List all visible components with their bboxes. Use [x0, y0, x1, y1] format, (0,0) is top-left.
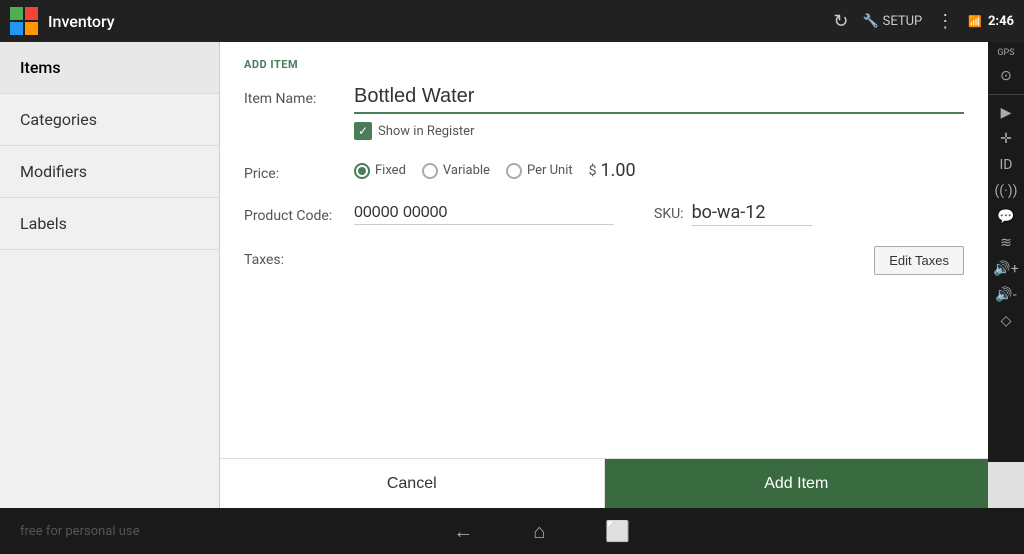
dollar-sign: $: [589, 163, 597, 179]
price-value: 1.00: [601, 160, 636, 181]
back-icon[interactable]: ←: [453, 519, 473, 544]
categories-label: Categories: [20, 110, 97, 129]
volume-down-icon[interactable]: 🔊-: [995, 287, 1016, 303]
chat-icon[interactable]: 💬: [997, 209, 1014, 225]
app-title: Inventory: [48, 12, 833, 31]
app-logo: [10, 7, 38, 35]
home-icon[interactable]: ⌂: [533, 519, 545, 544]
video-icon[interactable]: ▶: [1001, 105, 1012, 121]
show-in-register-label: Show in Register: [378, 124, 474, 139]
show-in-register-checkbox[interactable]: ✓: [354, 122, 372, 140]
wifi-panel-icon[interactable]: ((·)): [995, 183, 1018, 199]
product-code-label: Product Code:: [244, 202, 354, 224]
product-code-control: SKU: bo-wa-12: [354, 202, 964, 226]
variable-radio-circle: [422, 163, 438, 179]
content-area: ADD ITEM Item Name: ✓ Show in Register P…: [220, 42, 988, 508]
edit-taxes-button[interactable]: Edit Taxes: [874, 246, 964, 275]
price-options: Fixed Variable Per Unit $ 1.00: [354, 160, 964, 181]
wrench-icon: 🔧: [862, 14, 878, 29]
right-panel: GPS ⊙ ▶ ✛ ID ((·)) 💬 ≋ 🔊+ 🔊- ◇: [988, 42, 1024, 462]
setup-label: SETUP: [883, 14, 923, 29]
taxes-label: Taxes:: [244, 246, 354, 268]
signal-icon[interactable]: ≋: [1000, 235, 1012, 251]
fixed-label: Fixed: [375, 163, 406, 178]
setup-button[interactable]: 🔧 SETUP: [862, 14, 922, 29]
clock-display: 2:46: [988, 14, 1014, 29]
sidebar-item-categories[interactable]: Categories: [0, 94, 219, 146]
items-label: Items: [20, 58, 61, 77]
diamond-icon[interactable]: ◇: [1001, 313, 1012, 329]
product-code-row: Product Code: SKU: bo-wa-12: [244, 202, 964, 226]
add-item-button[interactable]: Add Item: [605, 459, 989, 508]
price-amount-group: $ 1.00: [589, 160, 636, 181]
gps-label: GPS: [997, 48, 1014, 58]
recent-icon[interactable]: ⬜: [605, 519, 630, 543]
per-unit-radio-circle: [506, 163, 522, 179]
sku-group: SKU: bo-wa-12: [654, 202, 812, 226]
refresh-icon[interactable]: ↻: [833, 11, 848, 32]
bottom-bar: free for personal use ← ⌂ ⬜: [0, 508, 1024, 554]
top-bar-actions: ↻ 🔧 SETUP ⋮ 📶 2:46: [833, 11, 1014, 32]
price-control: Fixed Variable Per Unit $ 1.00: [354, 160, 964, 181]
sidebar-item-items[interactable]: Items: [0, 42, 219, 94]
fixed-radio-circle: [354, 163, 370, 179]
variable-radio[interactable]: Variable: [422, 163, 490, 179]
volume-up-icon[interactable]: 🔊+: [993, 261, 1018, 277]
sidebar-item-labels[interactable]: Labels: [0, 198, 219, 250]
sidebar: Items Categories Modifiers Labels: [0, 42, 220, 508]
item-name-input[interactable]: [354, 85, 964, 114]
product-code-sku-row: SKU: bo-wa-12: [354, 202, 964, 226]
price-row: Price: Fixed Variable Per Un: [244, 160, 964, 182]
labels-label: Labels: [20, 214, 67, 233]
section-title: ADD ITEM: [244, 58, 964, 71]
free-text: free for personal use: [20, 524, 140, 539]
per-unit-radio[interactable]: Per Unit: [506, 163, 573, 179]
sku-value: bo-wa-12: [692, 202, 812, 226]
product-code-input[interactable]: [354, 204, 614, 225]
modifiers-label: Modifiers: [20, 162, 87, 181]
gps-icon[interactable]: ⊙: [1000, 68, 1012, 84]
variable-label: Variable: [443, 163, 490, 178]
taxes-control: Edit Taxes: [354, 246, 964, 275]
status-area: 📶 2:46: [968, 14, 1014, 29]
item-name-control: ✓ Show in Register: [354, 85, 964, 140]
price-label: Price:: [244, 160, 354, 182]
sidebar-item-modifiers[interactable]: Modifiers: [0, 146, 219, 198]
form-scroll-area: ADD ITEM Item Name: ✓ Show in Register P…: [220, 42, 988, 458]
id-icon[interactable]: ID: [1000, 157, 1013, 173]
taxes-row: Taxes: Edit Taxes: [244, 246, 964, 275]
top-bar: Inventory ↻ 🔧 SETUP ⋮ 📶 2:46: [0, 0, 1024, 42]
wifi-icon: 📶: [968, 15, 982, 28]
bottom-buttons: Cancel Add Item: [220, 458, 988, 508]
sku-label: SKU:: [654, 206, 684, 222]
item-name-label: Item Name:: [244, 85, 354, 107]
item-name-row: Item Name: ✓ Show in Register: [244, 85, 964, 140]
crosshair-icon[interactable]: ✛: [1000, 131, 1012, 147]
per-unit-label: Per Unit: [527, 163, 573, 178]
show-in-register-row: ✓ Show in Register: [354, 122, 964, 140]
cancel-button[interactable]: Cancel: [220, 459, 605, 508]
fixed-radio[interactable]: Fixed: [354, 163, 406, 179]
more-options-icon[interactable]: ⋮: [936, 11, 954, 32]
bottom-nav: ← ⌂ ⬜: [453, 519, 630, 544]
